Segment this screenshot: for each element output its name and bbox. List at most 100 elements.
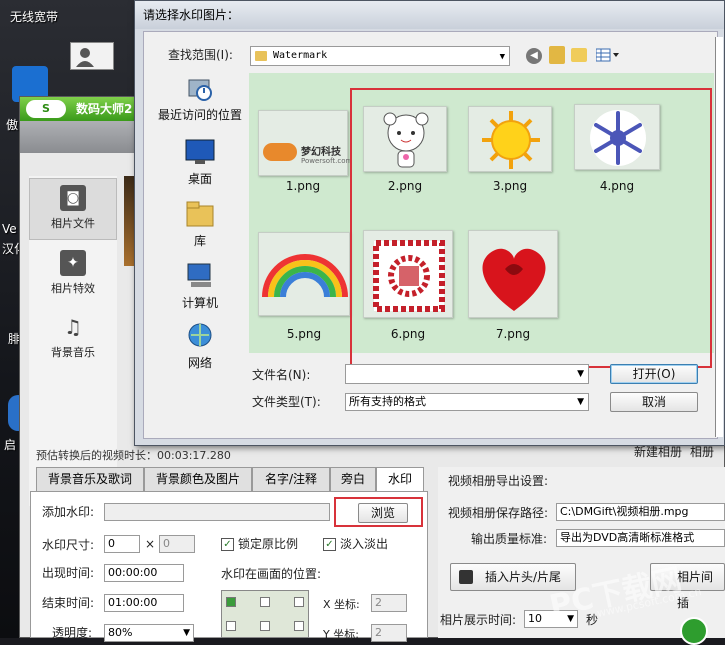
position-cell-top-center[interactable] <box>260 597 270 607</box>
sidebar-item-photos[interactable]: ◙ 相片文件 <box>29 178 117 240</box>
save-path-input[interactable]: C:\DMGift\视频相册.mpg <box>556 503 725 521</box>
library-icon <box>185 200 215 228</box>
folder-icon <box>255 51 267 61</box>
view-menu-icon[interactable] <box>595 48 622 62</box>
lookin-label: 查找范围(I): <box>168 48 233 62</box>
logo-swoosh-icon <box>263 143 297 161</box>
recent-places-icon <box>185 74 215 102</box>
file-name-5[interactable]: 5.png <box>258 327 350 341</box>
cancel-button[interactable]: 取消 <box>610 392 698 412</box>
save-path-label: 视频相册保存路径: <box>448 506 549 520</box>
up-folder-icon[interactable] <box>549 46 565 64</box>
lookin-folder-select[interactable]: Watermark ▼ <box>250 46 510 66</box>
user-icon <box>76 48 94 67</box>
tab-music-lyrics[interactable]: 背景音乐及歌词 <box>36 467 144 491</box>
position-cell-mid-center[interactable] <box>260 621 270 631</box>
filename-label: 文件名(N): <box>252 368 311 382</box>
place-label: 网络 <box>187 356 212 370</box>
tab-name-notes[interactable]: 名字/注释 <box>252 467 330 491</box>
x-coord-label: X 坐标: <box>323 598 360 611</box>
app-title: 数码大师2 <box>76 102 133 116</box>
opacity-value: 80% <box>108 626 133 639</box>
watermark-path-input[interactable] <box>104 503 330 521</box>
sidebar-label: 相片特效 <box>51 282 95 295</box>
position-cell-mid-right[interactable] <box>294 621 304 631</box>
place-label: 最近访问的位置 <box>157 108 242 122</box>
file-thumb-1[interactable]: 梦幻科技 Powersoft.com <box>258 110 352 176</box>
fade-checkbox[interactable]: ✓ <box>323 538 336 551</box>
quality-label: 输出质量标准: <box>471 532 548 546</box>
filetype-label: 文件类型(T): <box>252 395 321 409</box>
times-sign: × <box>145 537 156 551</box>
open-button[interactable]: 打开(O) <box>610 364 698 384</box>
tab-label: 名字/注释 <box>264 472 318 486</box>
place-label: 桌面 <box>187 172 212 186</box>
file-name-1[interactable]: 1.png <box>258 179 348 193</box>
sidebar-item-effects[interactable]: ✦ 相片特效 <box>29 244 117 306</box>
new-folder-icon[interactable] <box>571 48 587 62</box>
dialog-title: 请选择水印图片： <box>135 1 724 29</box>
filetype-value: 所有支持的格式 <box>349 395 426 408</box>
tab-label: 背景颜色及图片 <box>155 472 240 486</box>
user-button[interactable] <box>70 42 114 70</box>
position-label: 水印在画面的位置: <box>221 567 322 581</box>
play-icon[interactable] <box>680 617 708 645</box>
desktop-label-1: 傲 <box>6 118 19 132</box>
filetype-select[interactable]: 所有支持的格式 ▼ <box>345 393 589 411</box>
back-icon[interactable]: ◀ <box>526 48 542 64</box>
sidebar-label: 相片文件 <box>51 217 95 230</box>
filename-input[interactable]: ▼ <box>345 364 589 384</box>
place-label: 库 <box>193 234 206 248</box>
music-note-icon: ♫ <box>64 315 82 339</box>
watermark-size-label: 水印尺寸: <box>42 538 95 552</box>
dialog-right-edge <box>715 37 723 437</box>
tab-watermark[interactable]: 水印 <box>376 467 424 492</box>
y-coord-input[interactable]: 2 <box>371 624 407 642</box>
lock-ratio-checkbox[interactable]: ✓ <box>221 538 234 551</box>
place-computer[interactable]: 计算机 <box>152 262 248 311</box>
position-cell-top-left[interactable] <box>226 597 236 607</box>
place-label: 计算机 <box>181 296 218 310</box>
display-time-value: 10 <box>528 612 542 625</box>
rainbow-icon <box>262 254 348 298</box>
chevron-down-icon: ▼ <box>577 369 584 379</box>
camera-icon: ◙ <box>60 185 86 211</box>
quality-select[interactable]: 导出为DVD高清晰标准格式 <box>556 529 725 547</box>
export-settings-header: 视频相册导出设置: <box>448 474 549 488</box>
tab-label: 旁白 <box>340 472 365 486</box>
file-1-thumb-sub: Powersoft.com <box>301 157 353 165</box>
x-coord-input[interactable]: 2 <box>371 594 407 612</box>
watermark-height-input[interactable]: 0 <box>159 535 195 553</box>
tab-bg-color[interactable]: 背景颜色及图片 <box>144 467 252 491</box>
add-watermark-label: 添加水印: <box>42 505 95 519</box>
y-coord-label: Y 坐标: <box>323 628 359 641</box>
fade-label: 淡入淡出 <box>340 537 389 551</box>
file-1-thumb-text: 梦幻科技 <box>301 147 341 158</box>
watermark-width-input[interactable]: 0 <box>104 535 140 553</box>
position-cell-top-right[interactable] <box>294 597 304 607</box>
tab-label: 水印 <box>387 472 412 486</box>
file-thumb-5[interactable] <box>258 232 350 316</box>
effects-icon: ✦ <box>60 250 86 276</box>
place-recent[interactable]: 最近访问的位置 <box>152 74 248 123</box>
appear-time-label: 出现时间: <box>42 566 95 580</box>
tab-narration[interactable]: 旁白 <box>330 467 376 491</box>
opacity-select[interactable]: 80% ▼ <box>104 624 194 642</box>
desktop-label-wifi[interactable]: 无线宽带 <box>10 8 58 25</box>
chevron-down-icon: ▼ <box>183 628 190 638</box>
appear-time-input[interactable]: 00:00:00 <box>104 564 184 582</box>
sidebar-item-music[interactable]: ♫ 背景音乐 <box>29 308 117 370</box>
place-library[interactable]: 库 <box>152 200 248 249</box>
desktop-label-2: Ve <box>2 222 17 236</box>
network-icon <box>185 322 215 350</box>
opacity-label: 透明度: <box>52 626 93 640</box>
lookin-folder-value: Watermark <box>273 50 328 61</box>
display-time-label: 相片展示时间: <box>440 613 517 627</box>
position-cell-mid-left[interactable] <box>226 621 236 631</box>
film-icon <box>459 570 473 584</box>
place-network[interactable]: 网络 <box>152 322 248 371</box>
desktop-label-5: 启 <box>4 438 17 452</box>
place-desktop[interactable]: 桌面 <box>152 138 248 187</box>
chevron-down-icon: ▼ <box>577 397 584 407</box>
end-time-input[interactable]: 01:00:00 <box>104 594 184 612</box>
